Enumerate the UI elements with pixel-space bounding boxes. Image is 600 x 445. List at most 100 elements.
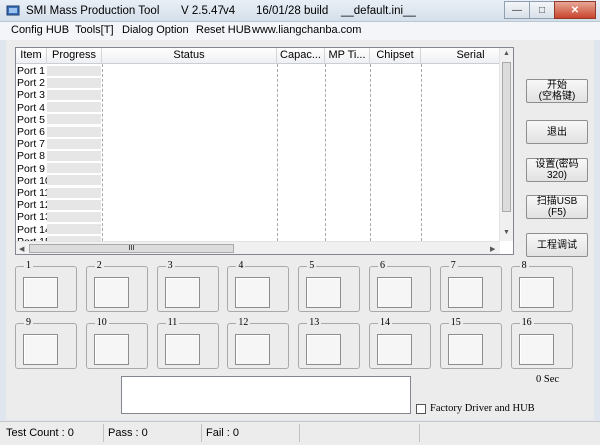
table-row[interactable]: Port 6 [17,126,45,138]
port-slot-number: 7 [448,260,458,271]
table-row[interactable]: Port 9 [17,163,45,175]
port-slot-indicator[interactable] [235,334,271,365]
vertical-scrollbar[interactable]: ▲ ▼ [499,48,513,241]
progress-cell [47,102,101,114]
pass-count: Pass : 0 [106,424,202,442]
start-button[interactable]: 开始 (空格键) [526,79,588,103]
progress-cell [47,150,101,162]
table-row[interactable]: Port 10 [17,175,51,187]
port-slot-indicator[interactable] [518,277,554,308]
maximize-button[interactable]: □ [529,1,555,19]
table-row[interactable]: Port 13 [17,211,51,223]
scroll-left-icon[interactable]: ◀ [19,245,24,253]
port-slot: 3 [156,261,219,312]
menu-website[interactable]: www.liangchanba.com [252,24,361,36]
port-slot-number: 9 [24,317,33,328]
port-slot-indicator[interactable] [23,334,58,365]
close-button[interactable]: ✕ [554,1,596,19]
port-slot: 2 [85,261,148,312]
engineering-debug-button[interactable]: 工程调试 [526,233,588,257]
port-slot-indicator[interactable] [235,277,271,308]
exit-button[interactable]: 退出 [526,120,588,144]
scan-usb-button-hint: (F5) [547,207,567,218]
table-row[interactable]: Port 11 [17,187,50,199]
horizontal-scrollbar[interactable]: ◀ III ▶ [16,241,500,254]
progress-cell [47,187,101,199]
app-name: SMI Mass Production Tool [26,5,160,17]
port-slot-number: 11 [165,317,180,328]
menu-reset-hub[interactable]: Reset HUB [196,24,251,36]
port-slot-number: 3 [165,260,175,271]
progress-cell [47,138,101,150]
table-row[interactable]: Port 8 [17,150,45,162]
elapsed-time: 0 Sec [536,374,560,385]
port-slot: 9 [15,318,77,369]
port-slot-number: 6 [378,260,387,271]
port-table: Item Progress Status Capac... MP Ti... C… [15,47,514,255]
table-row[interactable]: Port 4 [17,102,45,114]
column-item[interactable]: Item [16,48,47,64]
port-slot-indicator[interactable] [306,277,342,308]
status-cell [302,424,420,442]
port-slot-indicator[interactable] [377,334,412,365]
port-slot-indicator[interactable] [164,277,200,308]
progress-cell [47,175,101,187]
minimize-icon: — [512,4,522,16]
menu-dialog-option[interactable]: Dialog Option [122,24,189,36]
table-row[interactable]: Port 5 [17,114,45,126]
port-slot-number: 13 [307,317,322,328]
settings-button[interactable]: 设置(密码320) [526,158,588,182]
port-slot-indicator[interactable] [164,334,200,365]
column-capacity[interactable]: Capac... [277,48,325,64]
start-button-hint: (空格键) [538,91,576,102]
factory-driver-checkbox[interactable] [416,404,426,414]
port-slot-indicator[interactable] [518,334,554,365]
progress-cell [47,224,101,236]
port-slot: 1 [15,261,77,312]
port-slot-indicator[interactable] [447,334,483,365]
column-chipset[interactable]: Chipset [370,48,421,64]
settings-button-label: 设置(密码320) [535,159,579,181]
table-row[interactable]: Port 3 [17,89,45,101]
port-slot-indicator[interactable] [93,277,129,308]
build-date: 16/01/28 build [256,5,329,17]
minimize-button[interactable]: — [504,1,530,19]
port-slot: 13 [298,318,361,369]
port-slot-number: 5 [307,260,317,271]
column-mp-time[interactable]: MP Ti... [325,48,370,64]
exit-button-label: 退出 [547,126,567,138]
app-icon [6,5,20,16]
scroll-down-icon[interactable]: ▼ [503,229,510,236]
progress-cell [47,114,101,126]
table-row[interactable]: Port 1 [17,65,45,77]
ini-filename: __default.ini__ [341,5,416,17]
column-progress[interactable]: Progress [47,48,102,64]
table-row[interactable]: Port 2 [17,77,45,89]
vertical-scroll-thumb[interactable] [502,62,511,212]
menu-config-hub[interactable]: Config HUB [11,24,69,36]
port-slot-indicator[interactable] [447,277,483,308]
menu-tools[interactable]: Tools[T] [75,24,114,36]
column-divider [102,64,103,241]
port-slot-indicator[interactable] [23,277,58,308]
column-divider [421,64,422,241]
table-row[interactable]: Port 7 [17,138,45,150]
scan-usb-button[interactable]: 扫描USB (F5) [526,195,588,219]
progress-cell [47,65,101,77]
table-row[interactable]: Port 12 [17,199,51,211]
table-row[interactable]: Port 14 [17,224,51,236]
scroll-up-icon[interactable]: ▲ [503,50,510,57]
horizontal-scroll-thumb[interactable]: III [29,244,234,253]
fail-count: Fail : 0 [204,424,300,442]
port-slot: 14 [369,318,431,369]
port-slot-indicator[interactable] [377,277,412,308]
progress-cell [47,163,101,175]
port-slot-indicator[interactable] [93,334,129,365]
column-divider [370,64,371,241]
port-slot: 10 [85,318,148,369]
status-bar: Test Count : 0 Pass : 0 Fail : 0 [0,421,600,445]
scroll-right-icon[interactable]: ▶ [490,245,495,253]
column-divider [325,64,326,241]
column-status[interactable]: Status [102,48,277,64]
port-slot-indicator[interactable] [306,334,342,365]
